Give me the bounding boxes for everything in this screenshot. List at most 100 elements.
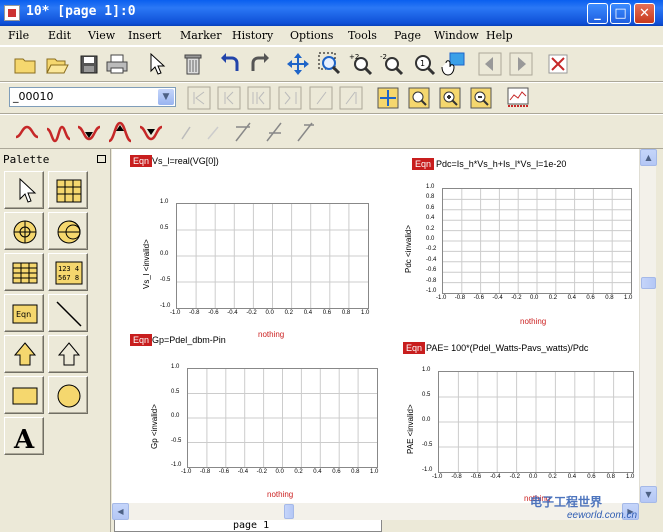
back-icon[interactable] [477,51,503,77]
eqn-badge[interactable]: Eqn [412,158,435,170]
menu-marker[interactable]: Marker [180,29,222,42]
menu-history[interactable]: History [232,29,273,42]
marker-z-icon[interactable] [292,119,318,145]
x-tick-label: 1.0 [624,295,633,301]
zoom-plus-icon[interactable] [437,85,463,111]
plot-area[interactable] [187,368,378,468]
open-folder-icon[interactable] [44,51,70,77]
eqn-badge[interactable]: Eqn [403,342,426,354]
polyline-arrow-icon [57,342,81,366]
menu-edit[interactable]: Edit [48,29,71,42]
palette-select-tool[interactable] [4,171,44,209]
palette-table-tool[interactable]: 123 4 567 8 [48,253,88,291]
marker-x-icon[interactable] [230,119,256,145]
menu-view[interactable]: View [88,29,115,42]
menu-page[interactable]: Page [394,29,421,42]
palette-smith-tool[interactable] [48,212,88,250]
menu-options[interactable]: Options [290,29,333,42]
menu-window[interactable]: Window [434,29,479,42]
y-tick-label: -0.2 [426,246,437,253]
last-icon[interactable] [338,85,364,111]
palette-polygon-tool[interactable] [48,335,88,373]
move-icon[interactable] [285,51,311,77]
zoom-box-icon[interactable] [375,85,401,111]
plot-area[interactable] [176,203,369,309]
palette-polar-tool[interactable] [4,212,44,250]
print-icon[interactable] [104,51,130,77]
marker-peak-icon[interactable] [14,119,40,145]
menu-help[interactable]: Help [486,29,513,42]
next-icon[interactable] [308,85,334,111]
chevron-down-icon[interactable]: ▼ [158,89,174,105]
zoom-out-icon[interactable]: -2 [379,51,405,77]
marker-delta-icon[interactable] [200,119,226,145]
plot-area[interactable] [442,188,632,294]
next2-icon[interactable] [277,85,303,111]
minimize-button[interactable]: _ [587,3,608,24]
prev2-icon[interactable] [246,85,272,111]
prev-icon[interactable] [216,85,242,111]
undo-icon[interactable] [217,51,243,77]
delete-icon[interactable] [180,51,206,77]
zoom-view-icon[interactable] [406,85,432,111]
palette-polyline-tool[interactable] [4,335,44,373]
plot-area[interactable] [438,371,634,473]
stop-icon[interactable] [545,51,571,77]
new-folder-icon[interactable] [12,51,38,77]
select-arrow-icon[interactable] [143,51,169,77]
equation-text[interactable]: Vs_l=real(VG[0]) [152,156,219,166]
marker-up-icon[interactable] [107,119,133,145]
palette-dock-icon[interactable] [97,155,106,163]
zoom-fit-icon[interactable]: 1 [411,51,437,77]
redo-icon[interactable] [247,51,273,77]
export-icon[interactable] [505,85,531,111]
vertical-scroll-thumb[interactable] [641,277,656,289]
equation-text[interactable]: Pdc=Is_h*Vs_h+Is_l*Vs_l=1e-20 [436,159,566,169]
horizontal-scroll-thumb[interactable] [284,504,294,519]
save-icon[interactable] [76,51,102,77]
x-tick-label: 0.8 [341,310,351,316]
zoom-area-icon[interactable] [317,51,343,77]
palette-title: Palette [3,153,50,166]
scroll-down-button[interactable]: ▼ [640,486,657,503]
eqn-badge[interactable]: Eqn [130,155,153,167]
marker-max-icon[interactable] [138,119,164,145]
y-axis-label: Pdc <invalid> [404,224,413,273]
watermark-text: 电子工程世界 [530,495,603,509]
close-button[interactable]: ✕ [634,3,655,24]
plot-canvas[interactable]: Eqn Vs_l=real(VG[0]) nothing Vs_l <inval… [112,149,639,503]
marker-y-icon[interactable] [261,119,287,145]
zoom-in-icon[interactable]: +2 [348,51,374,77]
palette-text-tool[interactable]: A [4,417,44,455]
page-tab[interactable]: page 1 [114,520,382,532]
eqn-badge[interactable]: Eqn [130,334,153,346]
maximize-button[interactable]: □ [610,3,631,24]
palette-eqn-tool[interactable]: Eqn [4,294,44,332]
x-tick-label: 0.6 [587,474,596,480]
palette-line-tool[interactable] [48,294,88,332]
first-icon[interactable] [186,85,212,111]
menu-insert[interactable]: Insert [128,29,161,42]
x-tick-label: 0.0 [275,469,284,475]
forward-icon[interactable] [508,51,534,77]
palette-grid-tool[interactable] [48,171,88,209]
marker-down-icon[interactable] [76,119,102,145]
menu-file[interactable]: File [8,29,29,42]
palette-ellipse-tool[interactable] [48,376,88,414]
palette-panel: Palette 123 4 567 8 Eqn A [0,149,111,532]
zoom-minus-icon[interactable] [468,85,494,111]
menu-tools[interactable]: Tools [348,29,377,42]
marker-line-icon[interactable] [172,119,198,145]
equation-text[interactable]: PAE= 100*(Pdel_Watts-Pavs_watts)/Pdc [426,343,588,353]
marker-valley-icon[interactable] [45,119,71,145]
pan-icon[interactable] [440,51,466,77]
x-tick-label: 0.0 [530,295,539,301]
palette-list-tool[interactable] [4,253,44,291]
number-table-icon: 123 4 567 8 [55,261,83,285]
scroll-up-button[interactable]: ▲ [640,149,657,166]
scroll-left-button[interactable]: ◀ [112,503,129,520]
equation-text[interactable]: Gp=Pdel_dbm-Pin [152,335,226,345]
layer-select[interactable]: _00010 ▼ [9,87,176,107]
palette-rectangle-tool[interactable] [4,376,44,414]
vertical-scrollbar[interactable]: ▲ ▼ [639,149,657,503]
